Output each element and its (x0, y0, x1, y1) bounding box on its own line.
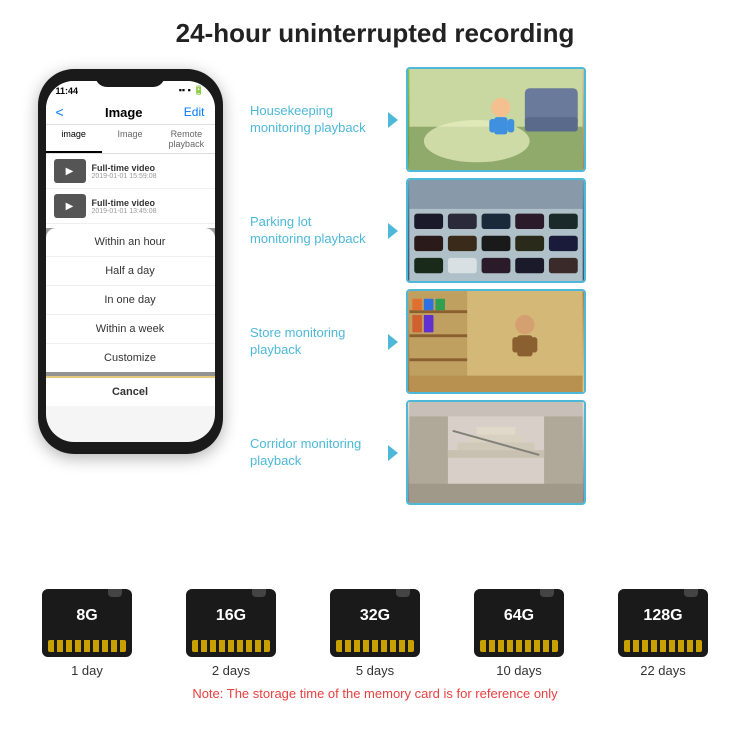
tab-image[interactable]: image (46, 125, 102, 153)
scenarios-column: Housekeeping monitoring playback (250, 59, 730, 579)
phone-notch (95, 69, 165, 87)
video-item-2[interactable]: ▶ Full-time video 2019-01-01 13:45:08 (46, 189, 215, 224)
sd-card-16g: 16G (186, 589, 276, 657)
dropdown-overlay: Within an hour Half a day In one day Wit… (46, 228, 215, 406)
video-info-2: Full-time video 2019-01-01 13:45:08 (92, 198, 157, 215)
scenario-label-2: Parking lot monitoring playback (250, 214, 380, 248)
video-time-1: 2019-01-01 15:59:08 (92, 173, 157, 180)
edit-button[interactable]: Edit (184, 105, 205, 119)
tab-row: image Image Remote playback (46, 125, 215, 154)
arrow-icon-3 (388, 334, 398, 350)
store-img (408, 291, 584, 392)
dropdown-item-4[interactable]: Within a week (46, 315, 215, 344)
back-button[interactable]: < (56, 104, 64, 120)
sd-days-16g: 2 days (212, 663, 250, 678)
housekeeping-img (408, 69, 584, 170)
sd-card-item-64g: 64G 10 days (474, 589, 564, 678)
video-thumb-1: ▶ (54, 159, 86, 183)
scenario-label-4: Corridor monitoring playback (250, 436, 380, 470)
tab-image2[interactable]: Image (102, 125, 158, 153)
sd-card-32g: 32G (330, 589, 420, 657)
scenario-row-3: Store monitoring playback (250, 289, 730, 394)
scenario-row-1: Housekeeping monitoring playback (250, 67, 730, 172)
sd-card-label-8g: 8G (76, 607, 97, 625)
page-header: 24-hour uninterrupted recording (0, 0, 750, 59)
sd-card-8g: 8G (42, 589, 132, 657)
scenario-row-4: Corridor monitoring playback (250, 400, 730, 505)
sd-card-64g: 64G (474, 589, 564, 657)
dropdown-item-1[interactable]: Within an hour (46, 228, 215, 257)
main-content: 11:44 ▪▪ ▪ 🔋 < Image Edit image Image Re… (0, 59, 750, 579)
sd-card-item-32g: 32G 5 days (330, 589, 420, 678)
arrow-icon-2 (388, 223, 398, 239)
storage-note: Note: The storage time of the memory car… (15, 686, 735, 701)
video-info-1: Full-time video 2019-01-01 15:59:08 (92, 163, 157, 180)
scenario-row-2: Parking lot monitoring playback (250, 178, 730, 283)
sd-card-label-64g: 64G (504, 607, 534, 625)
scenario-image-2 (406, 178, 586, 283)
video-title-2: Full-time video (92, 198, 157, 208)
storage-section: 8G 1 day 16G 2 days 32G 5 days 64G 10 da… (0, 579, 750, 706)
arrow-icon-4 (388, 445, 398, 461)
video-item-1[interactable]: ▶ Full-time video 2019-01-01 15:59:08 (46, 154, 215, 189)
sd-days-32g: 5 days (356, 663, 394, 678)
app-header: < Image Edit (46, 100, 215, 125)
sd-card-label-32g: 32G (360, 607, 390, 625)
arrow-icon-1 (388, 112, 398, 128)
sd-cards-row: 8G 1 day 16G 2 days 32G 5 days 64G 10 da… (15, 589, 735, 678)
scenario-image-4 (406, 400, 586, 505)
video-time-2: 2019-01-01 13:45:08 (92, 208, 157, 215)
sd-days-8g: 1 day (71, 663, 103, 678)
screen-title: Image (105, 105, 143, 120)
scenario-label-3: Store monitoring playback (250, 325, 380, 359)
sd-card-item-128g: 128G 22 days (618, 589, 708, 678)
corridor-img (408, 402, 584, 503)
sd-card-label-16g: 16G (216, 607, 246, 625)
sd-card-label-128g: 128G (643, 607, 682, 625)
page-title: 24-hour uninterrupted recording (20, 18, 730, 49)
dropdown-item-5[interactable]: Customize (46, 344, 215, 372)
scenario-label-1: Housekeeping monitoring playback (250, 103, 380, 137)
signal-icons: ▪▪ ▪ 🔋 (179, 85, 205, 96)
sd-card-128g: 128G (618, 589, 708, 657)
dropdown-menu: Within an hour Half a day In one day Wit… (46, 228, 215, 372)
dropdown-item-3[interactable]: In one day (46, 286, 215, 315)
tab-remote-playback[interactable]: Remote playback (158, 125, 214, 153)
sd-card-item-16g: 16G 2 days (186, 589, 276, 678)
sd-days-128g: 22 days (640, 663, 686, 678)
dropdown-item-2[interactable]: Half a day (46, 257, 215, 286)
sd-card-item-8g: 8G 1 day (42, 589, 132, 678)
phone-mockup: 11:44 ▪▪ ▪ 🔋 < Image Edit image Image Re… (38, 69, 223, 454)
sd-days-64g: 10 days (496, 663, 542, 678)
cancel-button[interactable]: Cancel (46, 376, 215, 406)
parking-img (408, 180, 584, 281)
phone-screen: 11:44 ▪▪ ▪ 🔋 < Image Edit image Image Re… (46, 81, 215, 442)
phone-container: 11:44 ▪▪ ▪ 🔋 < Image Edit image Image Re… (20, 59, 240, 579)
video-title-1: Full-time video (92, 163, 157, 173)
scenario-image-1 (406, 67, 586, 172)
time-display: 11:44 (56, 86, 79, 96)
scenario-image-3 (406, 289, 586, 394)
video-thumb-2: ▶ (54, 194, 86, 218)
